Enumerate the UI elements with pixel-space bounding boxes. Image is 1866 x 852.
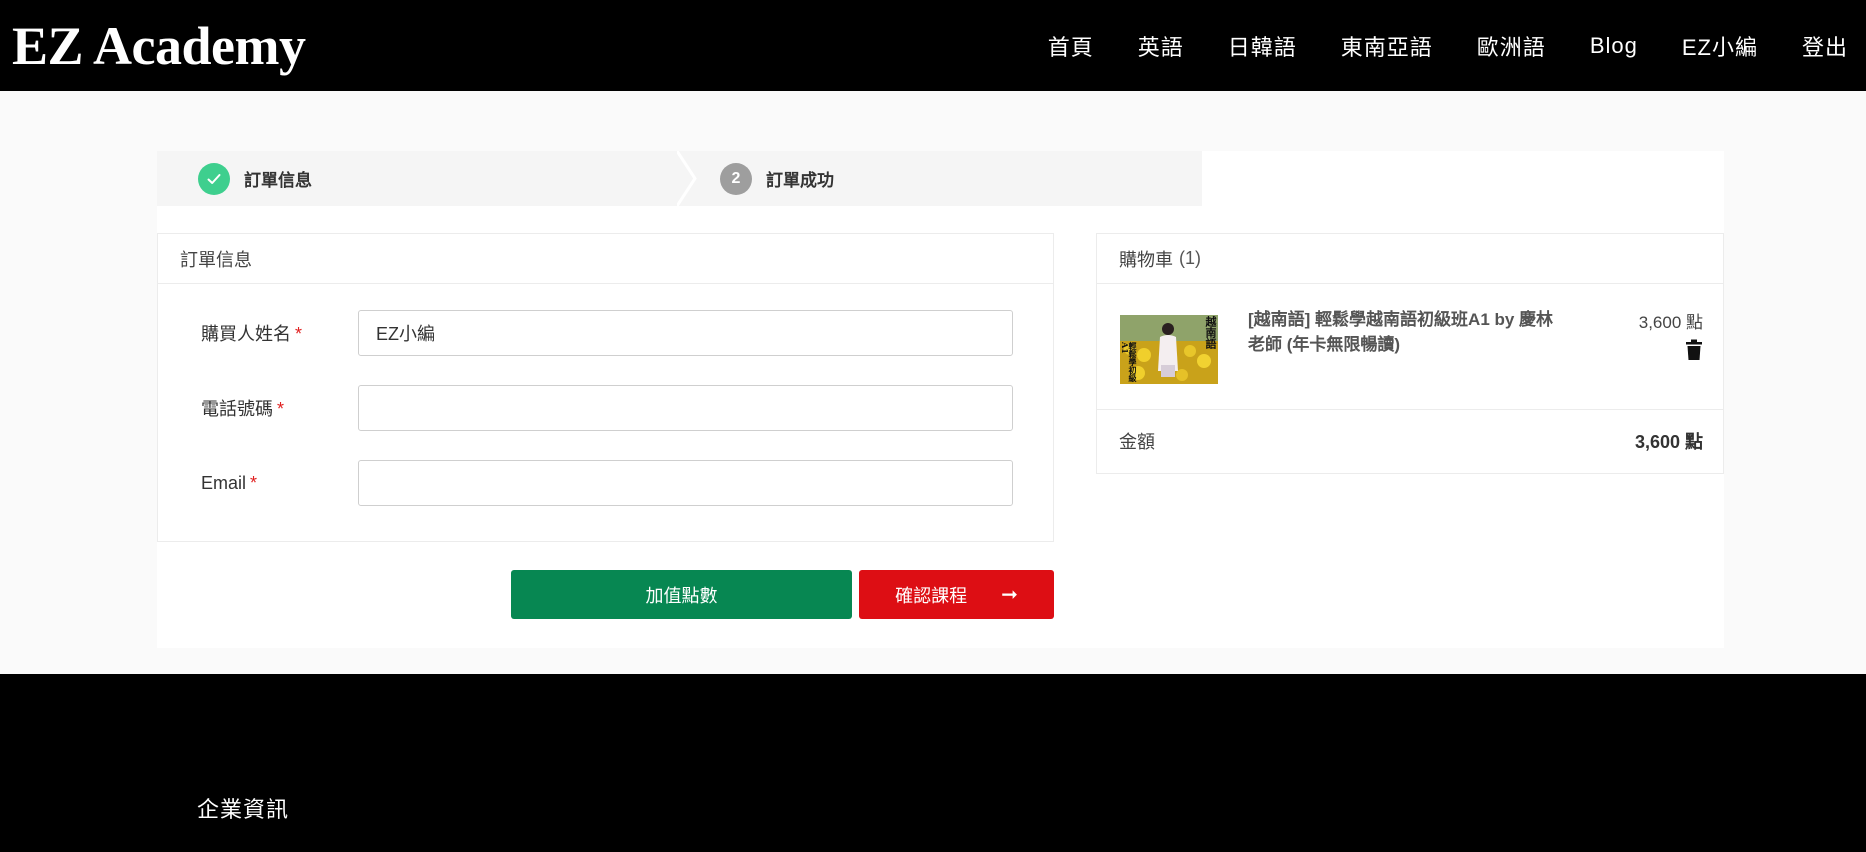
nav-blog[interactable]: Blog <box>1590 33 1638 59</box>
step-number: 2 <box>720 162 752 195</box>
site-logo[interactable]: EZ Academy <box>12 19 306 73</box>
field-label: 購買人姓名 * <box>201 324 303 344</box>
course-thumbnail[interactable]: 越南語 輕鬆學初級A1 <box>1120 315 1218 384</box>
step-divider-chevron <box>677 151 697 206</box>
nav-user-account[interactable]: EZ小編 <box>1682 30 1758 62</box>
checkout-card: 訂單信息 2 訂單成功 訂單信息 購買人姓名* 電話號碼* Email* 加值點… <box>157 151 1724 648</box>
phone-input[interactable] <box>358 385 1013 431</box>
buyer-name-input[interactable] <box>358 310 1013 356</box>
thumbnail-text: 越南語 <box>1204 316 1217 349</box>
order-info-panel: 訂單信息 購買人姓名* 電話號碼* Email* <box>157 233 1054 542</box>
cart-item-price: 3,600 點 <box>1638 313 1703 332</box>
form-row-email: Email * <box>201 460 1013 506</box>
site-footer: 企業資訊 <box>0 674 1866 852</box>
arrow-right-icon: ➞ <box>1001 584 1018 606</box>
step-label: 訂單成功 <box>766 171 834 190</box>
step-order-info: 訂單信息 <box>198 151 312 206</box>
nav-southeast-asian[interactable]: 東南亞語 <box>1341 30 1433 62</box>
checkout-steps: 訂單信息 2 訂單成功 <box>157 151 1202 206</box>
trash-icon[interactable] <box>1685 339 1703 361</box>
cart-item: 越南語 輕鬆學初級A1 [越南語] 輕鬆學越南語初級班A1 by 慶林老師 (年… <box>1097 285 1723 410</box>
form-row-phone: 電話號碼 * <box>201 385 1013 431</box>
nav-home[interactable]: 首頁 <box>1048 30 1094 62</box>
check-icon <box>198 162 230 195</box>
button-label: 確認課程 <box>895 585 968 606</box>
field-label: Email * <box>201 472 258 493</box>
cart-total-row: 金額 3,600 點 <box>1097 410 1723 472</box>
nav-english[interactable]: 英語 <box>1138 30 1184 62</box>
cart-count: (1) <box>1179 248 1201 268</box>
total-value: 3,600 點 <box>1634 432 1703 452</box>
nav-logout[interactable]: 登出 <box>1802 30 1848 62</box>
topup-points-button[interactable]: 加值點數 <box>511 570 852 619</box>
cart-panel: 購物車 (1) 越南語 輕鬆學初級A1 [越南語] 輕鬆學越南語初級班A1 by… <box>1096 233 1724 474</box>
step-label: 訂單信息 <box>244 171 312 190</box>
cart-item-title[interactable]: [越南語] 輕鬆學越南語初級班A1 by 慶林老師 (年卡無限暢讀) <box>1248 307 1566 357</box>
field-label: 電話號碼 * <box>201 399 285 419</box>
step-order-success: 2 訂單成功 <box>720 151 834 206</box>
button-label: 加值點數 <box>645 585 718 606</box>
footer-company-info: 企業資訊 <box>197 797 290 822</box>
order-info-title: 訂單信息 <box>158 234 1053 284</box>
main-nav: 首頁 英語 日韓語 東南亞語 歐洲語 Blog EZ小編 登出 <box>1048 30 1848 62</box>
nav-european[interactable]: 歐洲語 <box>1477 30 1546 62</box>
site-header: EZ Academy 首頁 英語 日韓語 東南亞語 歐洲語 Blog EZ小編 … <box>0 0 1866 91</box>
confirm-course-button[interactable]: 確認課程 ➞ <box>859 570 1054 619</box>
form-row-name: 購買人姓名 * <box>201 310 1013 356</box>
email-input[interactable] <box>358 460 1013 506</box>
nav-japanese-korean[interactable]: 日韓語 <box>1228 30 1297 62</box>
total-label: 金額 <box>1119 432 1155 452</box>
cart-title: 購物車 (1) <box>1097 234 1723 284</box>
thumbnail-text: 輕鬆學初級A1 <box>1120 342 1138 382</box>
